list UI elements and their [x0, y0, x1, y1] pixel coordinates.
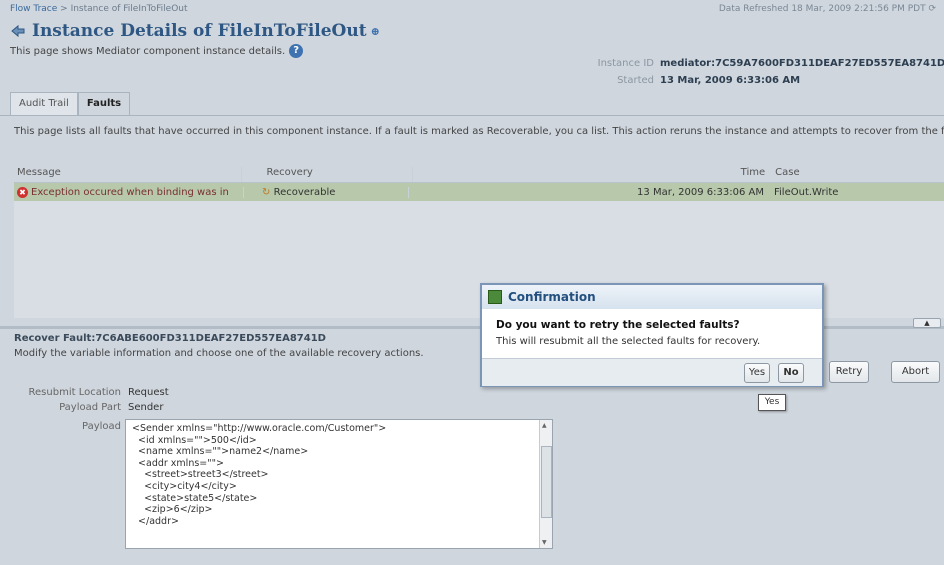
page-title-text: Instance Details of FileInToFileOut — [32, 21, 367, 41]
yes-button[interactable]: Yes — [744, 363, 770, 383]
refresh-text: Data Refreshed 18 Mar, 2009 2:21:56 PM P… — [718, 4, 926, 14]
confirmation-dialog: Confirmation Do you want to retry the se… — [480, 283, 824, 387]
tab-divider — [0, 115, 944, 116]
row-message-cell: ✖ Exception occured when binding was in — [14, 186, 243, 198]
dialog-message: This will resubmit all the selected faul… — [496, 336, 761, 347]
instance-id-label: Instance ID — [597, 58, 654, 69]
scroll-up-icon[interactable]: ▲ — [542, 422, 547, 429]
payload-editor[interactable]: <Sender xmlns="http://www.oracle.com/Cus… — [125, 419, 553, 549]
breadcrumb-current: Instance of FileInToFileOut — [70, 4, 188, 14]
recoverable-icon: ↻ — [262, 186, 271, 198]
col-header-case[interactable]: Case — [771, 167, 944, 182]
refresh-status: Data Refreshed 18 Mar, 2009 2:21:56 PM P… — [719, 4, 936, 14]
row-message-text[interactable]: Exception occured when binding was in — [31, 187, 229, 198]
payload-part-value: Sender — [128, 402, 164, 413]
instance-id-value: mediator:7C59A7600FD311DEAF27ED557EA8741… — [660, 58, 944, 69]
col-header-recovery[interactable]: Recovery — [241, 167, 411, 182]
payload-scrollbar[interactable]: ▲ ▼ — [539, 420, 552, 548]
yes-tooltip: Yes — [758, 394, 786, 411]
instance-icon — [11, 24, 25, 38]
tab-audit-trail[interactable]: Audit Trail — [10, 92, 78, 115]
help-icon[interactable]: ? — [289, 44, 304, 58]
dialog-title: Confirmation — [508, 290, 596, 304]
breadcrumb-link-flow-trace[interactable]: Flow Trace — [10, 4, 57, 14]
tab-faults[interactable]: Faults — [77, 92, 131, 115]
page-subtitle-text: This page shows Mediator component insta… — [10, 45, 286, 57]
row-time: 13 Mar, 2009 6:33:06 AM — [408, 186, 770, 198]
faults-table: Message Recovery Time Case ✖ Exception o… — [14, 167, 944, 201]
dialog-footer: Yes No — [482, 358, 822, 386]
abort-button[interactable]: Abort — [891, 361, 940, 383]
tab-bar: Audit Trail Faults — [10, 92, 131, 115]
dialog-question: Do you want to retry the selected faults… — [496, 319, 740, 331]
started-value: 13 Mar, 2009 6:33:06 AM — [660, 75, 801, 86]
recover-fault-description: Modify the variable information and choo… — [14, 348, 424, 359]
payload-label: Payload — [82, 421, 121, 432]
retry-button[interactable]: Retry — [829, 361, 869, 383]
faults-description: This page lists all faults that have occ… — [14, 126, 944, 137]
table-row[interactable]: ✖ Exception occured when binding was in … — [14, 183, 944, 201]
payload-text[interactable]: <Sender xmlns="http://www.oracle.com/Cus… — [126, 420, 552, 530]
resubmit-location-label: Resubmit Location — [28, 387, 121, 398]
col-header-message[interactable]: Message — [14, 167, 241, 182]
refresh-icon[interactable]: ⟳ — [928, 4, 936, 14]
col-header-time[interactable]: Time — [411, 167, 772, 182]
resubmit-location-value: Request — [128, 387, 169, 398]
scroll-down-icon[interactable]: ▼ — [542, 539, 547, 546]
row-recovery-text: Recoverable — [273, 186, 336, 198]
breadcrumb: Flow Trace > Instance of FileInToFileOut — [10, 4, 188, 14]
dialog-icon — [488, 290, 502, 304]
breadcrumb-separator: > — [60, 4, 68, 14]
row-recovery-cell: ↻ Recoverable — [243, 186, 408, 198]
recover-fault-title: Recover Fault:7C6ABE600FD311DEAF27ED557E… — [14, 333, 326, 344]
no-button[interactable]: No — [778, 363, 804, 383]
payload-part-label: Payload Part — [59, 402, 121, 413]
page-subtitle: This page shows Mediator component insta… — [10, 44, 304, 58]
started-label: Started — [617, 75, 654, 86]
error-icon: ✖ — [17, 186, 28, 198]
page-title: Instance Details of FileInToFileOut ⊕ — [10, 20, 380, 42]
title-info-icon[interactable]: ⊕ — [371, 25, 380, 38]
collapse-up-icon[interactable]: ▲ — [913, 318, 941, 328]
dialog-header[interactable]: Confirmation — [482, 285, 822, 309]
row-case: FileOut.Write — [774, 186, 839, 198]
payload-scroll-thumb[interactable] — [541, 446, 552, 518]
table-header: Message Recovery Time Case — [14, 167, 944, 183]
